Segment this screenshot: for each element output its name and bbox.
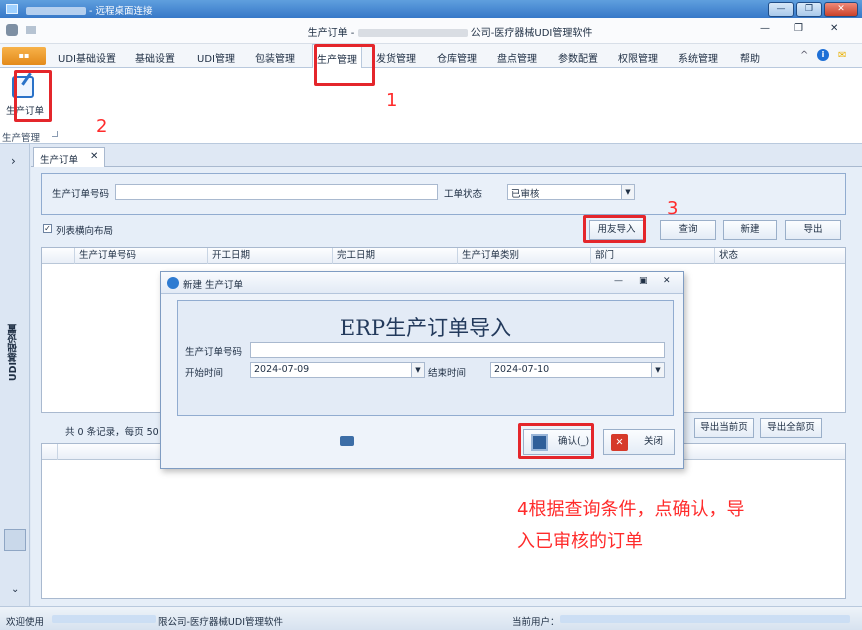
order-no-input[interactable] xyxy=(115,184,438,200)
dialog-icon xyxy=(167,277,179,289)
tab-label: 生产订单 xyxy=(40,155,79,166)
menu-highlight xyxy=(314,44,375,86)
dialog-order-no-label: 生产订单号码 xyxy=(185,347,243,358)
rd-restore-button[interactable]: ❐ xyxy=(796,2,822,17)
status-welcome: 欢迎使用 xyxy=(6,617,45,628)
pager-summary: 共 0 条记录，每页 50 xyxy=(65,427,159,438)
annotation-4-line1: 4根据查询条件，点确认，导 xyxy=(517,499,745,520)
layout-checkbox-label: 列表横向布局 xyxy=(56,226,114,237)
export-button[interactable]: 导出 xyxy=(785,220,841,240)
redacted-company-status xyxy=(52,615,156,623)
quick-access-icon[interactable] xyxy=(26,26,36,34)
ribbon: 生产订单 生产管理 xyxy=(0,68,862,144)
redacted-company xyxy=(357,29,468,37)
sidebar-expand-button[interactable]: › xyxy=(11,154,16,168)
dialog-start-label: 开始时间 xyxy=(185,368,224,379)
sidebar-scroll-down[interactable]: ⌄ xyxy=(11,584,19,595)
col-order-type[interactable]: 生产订单类别 xyxy=(458,248,591,264)
tab-strip xyxy=(31,144,862,167)
annotation-3: 3 xyxy=(667,198,679,219)
rd-minimize-button[interactable]: — xyxy=(768,2,794,17)
export-current-page-button[interactable]: 导出当前页 xyxy=(694,418,754,438)
app-restore-button[interactable]: ❐ xyxy=(794,23,803,34)
sidebar-thumb[interactable] xyxy=(4,529,26,551)
menu-warehouse[interactable]: 仓库管理 xyxy=(437,50,477,65)
app-minimize-button[interactable]: — xyxy=(760,23,770,34)
status-current-user: 当前用户： xyxy=(512,617,560,628)
table-header: 生产订单号码 开工日期 完工日期 生产订单类别 部门 状态 xyxy=(42,248,845,264)
ribbon-group-label: 生产管理 xyxy=(2,133,41,144)
menu-parameters[interactable]: 参数配置 xyxy=(558,50,598,65)
dialog-title-bar: 新建 生产订单 — ▣ ✕ xyxy=(161,272,683,294)
menu-system[interactable]: 系统管理 xyxy=(678,50,718,65)
menu-permissions[interactable]: 权限管理 xyxy=(618,50,658,65)
col-status[interactable]: 状态 xyxy=(715,248,845,264)
new-order-dialog: 新建 生产订单 — ▣ ✕ ERP生产订单导入 生产订单号码 开始时间 2024… xyxy=(160,271,684,469)
menu-udi-basic[interactable]: UDI基础设置 xyxy=(58,50,116,65)
new-button[interactable]: 新建 xyxy=(723,220,777,240)
order-no-label: 生产订单号码 xyxy=(52,189,110,200)
sidebar-vertical-label[interactable]: UDI基础设置 xyxy=(7,324,21,381)
printer-icon xyxy=(340,436,354,446)
dialog-title: 新建 生产订单 xyxy=(183,280,244,291)
chevron-down-icon[interactable]: ▼ xyxy=(621,185,634,199)
menu-bar: ▪▪ UDI基础设置 基础设置 UDI管理 包装管理 生产管理 发货管理 仓库管… xyxy=(0,44,862,68)
export-all-pages-button[interactable]: 导出全部页 xyxy=(760,418,822,438)
col-start-date[interactable]: 开工日期 xyxy=(208,248,333,264)
dialog-minimize-button[interactable]: — xyxy=(614,276,623,286)
annotation-4-line2: 入已审核的订单 xyxy=(517,531,643,552)
dialog-order-no-input[interactable] xyxy=(250,342,665,358)
redacted-user-info xyxy=(560,615,850,623)
row-indicator-header xyxy=(42,248,75,264)
status-label: 工单状态 xyxy=(444,189,483,200)
remote-desktop-bar: - 远程桌面连接 xyxy=(0,0,862,18)
menu-help[interactable]: 帮助 xyxy=(740,50,760,65)
menu-shipping[interactable]: 发货管理 xyxy=(376,50,416,65)
menu-basic-settings[interactable]: 基础设置 xyxy=(135,50,175,65)
menu-inventory[interactable]: 盘点管理 xyxy=(497,50,537,65)
ribbon-production-order-button[interactable] xyxy=(14,70,52,122)
app-title-bar: 生产订单 - 公司-医疗器械UDI管理软件 — ❐ ✕ xyxy=(0,18,862,44)
col-order-no[interactable]: 生产订单号码 xyxy=(75,248,208,264)
dialog-heading: ERP生产订单导入 xyxy=(339,316,512,340)
tab-production-order[interactable]: 生产订单 ✕ xyxy=(33,147,105,168)
collapse-ribbon-icon[interactable]: ^ xyxy=(800,50,808,61)
rd-close-button[interactable]: ✕ xyxy=(824,2,858,17)
annotation-1: 1 xyxy=(386,90,398,111)
remote-desktop-icon xyxy=(6,4,18,14)
menu-packaging[interactable]: 包装管理 xyxy=(255,50,295,65)
info-icon[interactable]: i xyxy=(817,49,829,61)
layout-checkbox[interactable]: ✓ xyxy=(43,224,52,233)
dialog-close-icon[interactable]: ✕ xyxy=(663,276,671,286)
dialog-end-date[interactable]: 2024-07-10 ▼ xyxy=(490,362,665,378)
tab-close-icon[interactable]: ✕ xyxy=(90,151,98,162)
status-select[interactable]: 已审核 ▼ xyxy=(507,184,635,200)
mail-icon[interactable]: ✉ xyxy=(838,50,846,61)
chevron-down-icon[interactable]: ▼ xyxy=(411,363,424,377)
chevron-down-icon[interactable]: ▼ xyxy=(651,363,664,377)
remote-desktop-title: - 远程桌面连接 xyxy=(89,6,153,17)
status-company: 限公司-医疗器械UDI管理软件 xyxy=(158,617,283,628)
dialog-cancel-button[interactable]: ✕ 关闭 xyxy=(603,429,675,455)
import-highlight xyxy=(583,215,646,243)
redacted-host xyxy=(26,7,86,15)
app-icon xyxy=(6,24,18,36)
col-department[interactable]: 部门 xyxy=(591,248,715,264)
annotation-2: 2 xyxy=(96,116,108,137)
app-close-button[interactable]: ✕ xyxy=(830,23,838,34)
close-icon: ✕ xyxy=(611,434,628,451)
menu-udi-management[interactable]: UDI管理 xyxy=(197,50,235,65)
app-title: 生产订单 - 公司-医疗器械UDI管理软件 xyxy=(307,28,593,39)
app-menu-button[interactable]: ▪▪ xyxy=(2,47,46,65)
confirm-highlight xyxy=(518,423,594,459)
left-sidebar: › UDI基础设置 ⌄ xyxy=(0,144,30,606)
dialog-end-label: 结束时间 xyxy=(428,368,467,379)
dialog-start-date[interactable]: 2024-07-09 ▼ xyxy=(250,362,425,378)
col-finish-date[interactable]: 完工日期 xyxy=(333,248,458,264)
status-bar: 欢迎使用 限公司-医疗器械UDI管理软件 当前用户： xyxy=(0,606,862,630)
query-button[interactable]: 查询 xyxy=(660,220,716,240)
group-expand-icon[interactable] xyxy=(52,131,58,137)
dialog-maximize-button[interactable]: ▣ xyxy=(639,276,648,286)
